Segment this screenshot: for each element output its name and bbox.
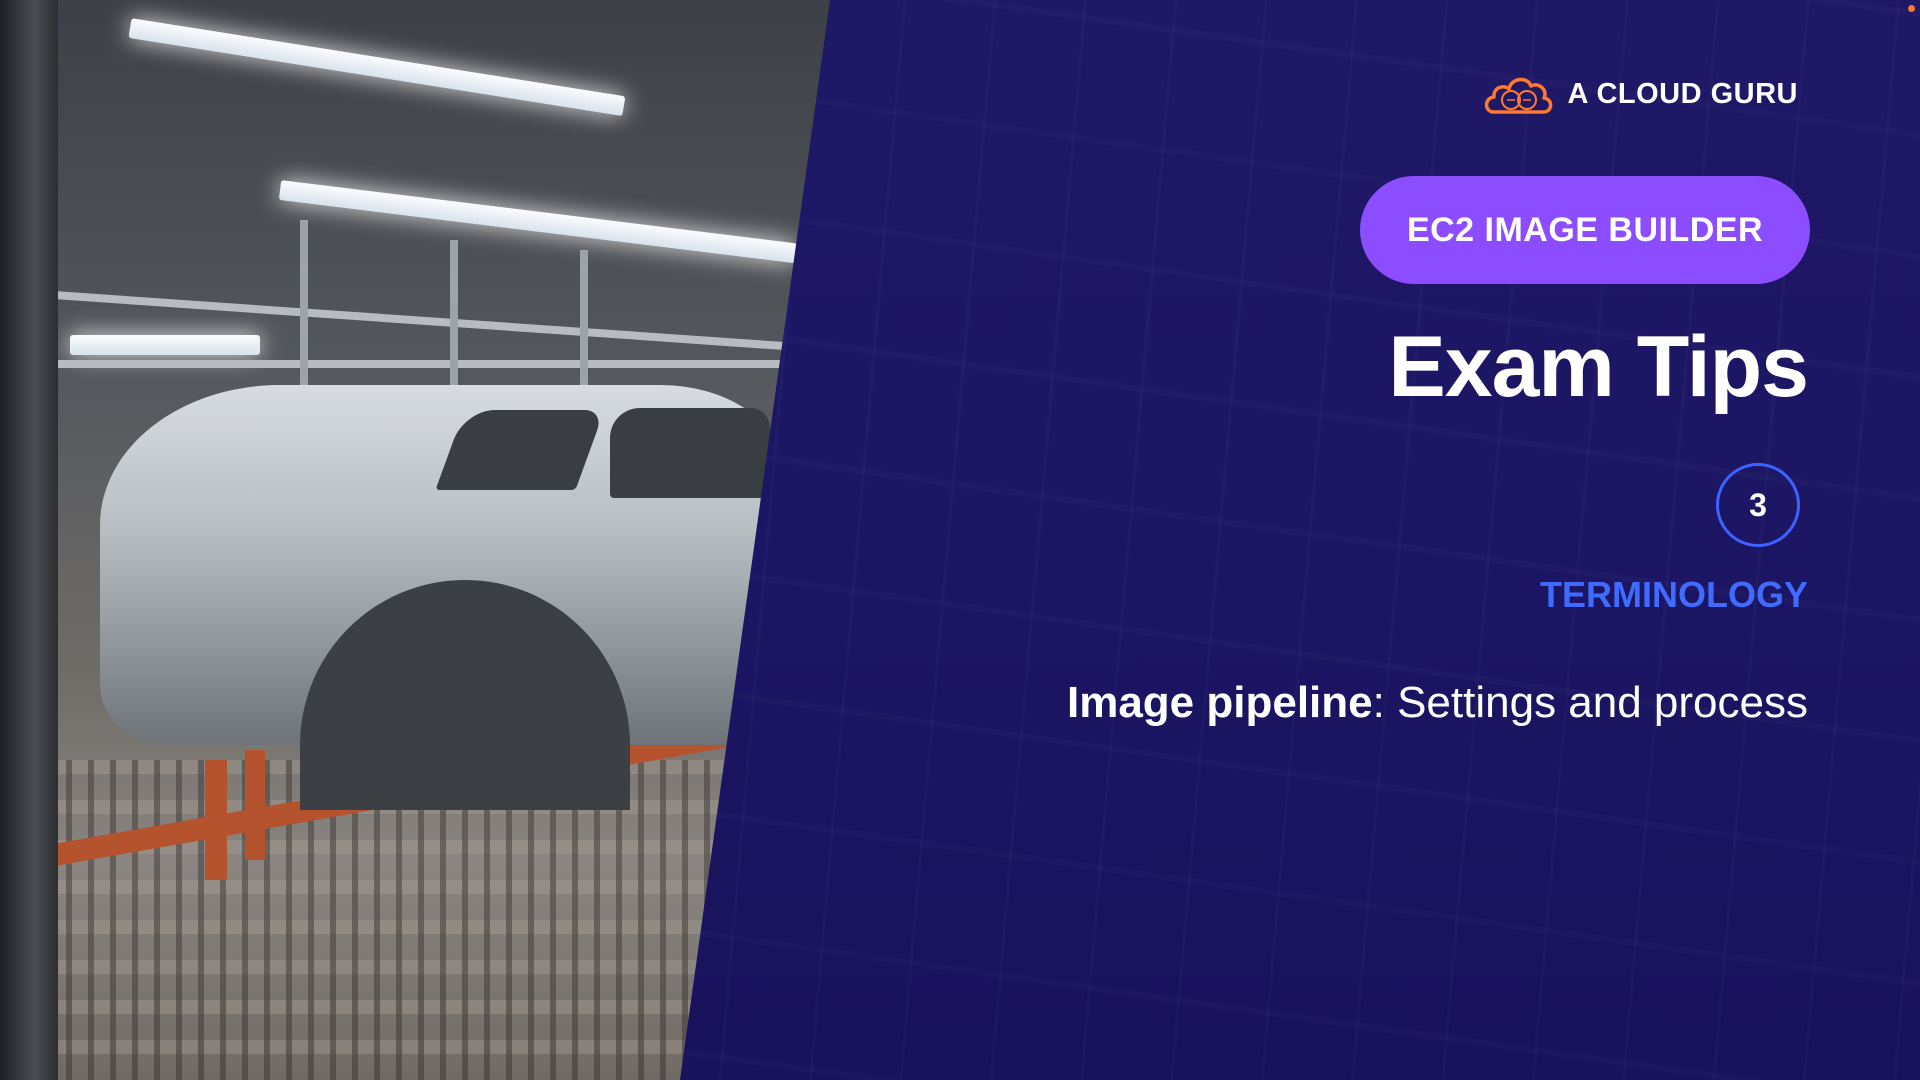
course-badge: EC2 IMAGE BUILDER (1360, 176, 1810, 284)
tip-separator: : (1372, 678, 1385, 727)
assembly-stand (245, 750, 265, 860)
car-window (610, 408, 770, 498)
tip-text: Image pipeline: Settings and process (1067, 678, 1808, 728)
section-label: TERMINOLOGY (1540, 574, 1808, 615)
slide-title: Exam Tips (1388, 319, 1809, 415)
support-post (580, 250, 588, 400)
support-post (450, 240, 458, 400)
tip-term: Image pipeline (1066, 678, 1373, 727)
overhead-rail (40, 360, 800, 368)
ceiling-light (70, 335, 260, 355)
corner-dot (1908, 5, 1915, 12)
brand-logo: A CLOUD GURU (1482, 72, 1798, 116)
ceiling-light (128, 18, 626, 117)
window-frame (0, 0, 58, 1080)
slide: A CLOUD GURU EC2 IMAGE BUILDER Exam Tips… (0, 0, 1920, 1080)
ceiling-light (278, 180, 798, 264)
step-number-badge: 3 (1716, 463, 1800, 547)
brand-name: A CLOUD GURU (1567, 77, 1798, 110)
cloud-guru-icon (1484, 77, 1552, 114)
support-post (300, 220, 308, 410)
assembly-stand (205, 760, 227, 880)
tip-description: Settings and process (1384, 678, 1808, 727)
